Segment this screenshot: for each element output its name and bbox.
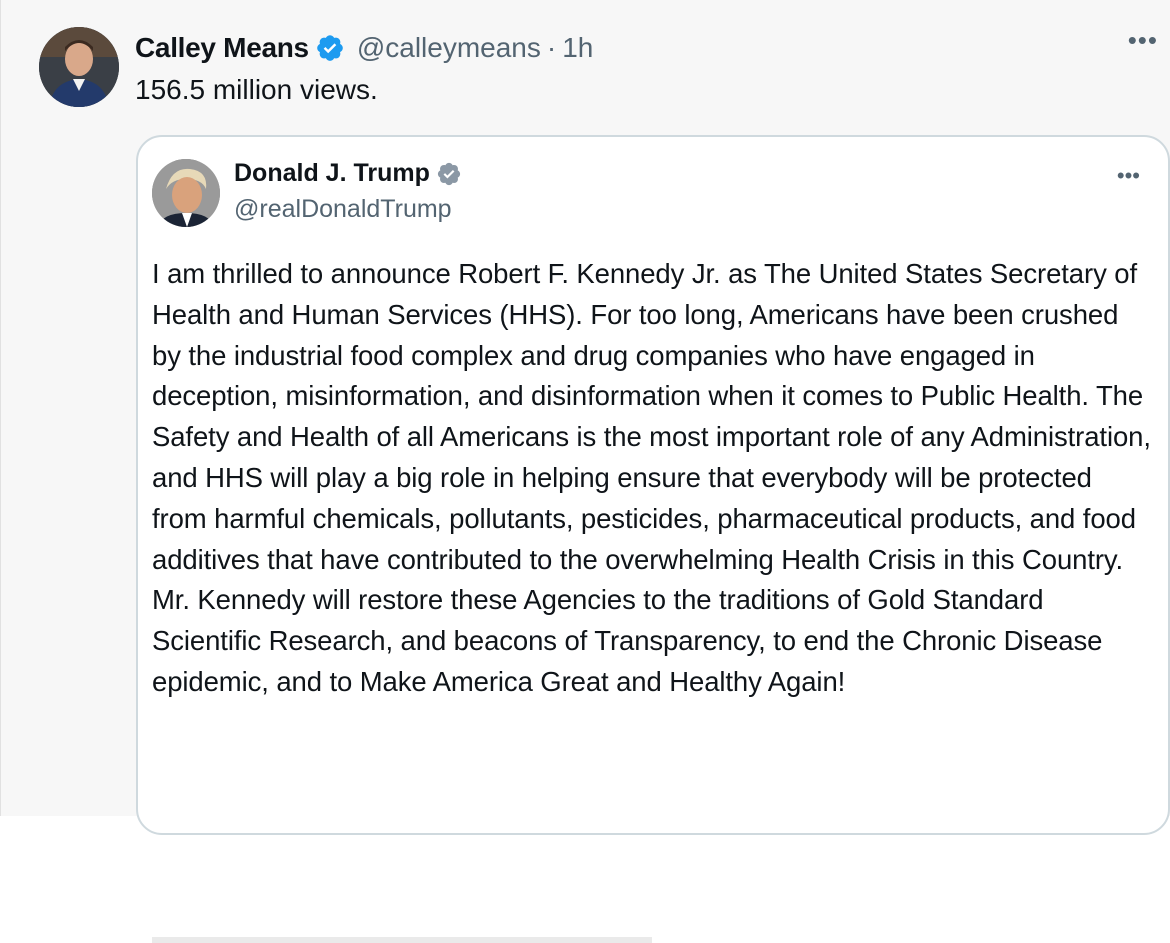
quoted-more-options-icon[interactable]: ••• xyxy=(1117,163,1140,189)
quoted-author-handle[interactable]: @realDonaldTrump xyxy=(234,195,452,224)
avatar-image xyxy=(39,27,119,107)
timestamp[interactable]: 1h xyxy=(562,32,593,64)
tweet-header: Calley Means @calleymeans · 1h xyxy=(135,30,593,66)
separator: · xyxy=(546,32,557,63)
tweet-text: 156.5 million views. xyxy=(135,74,378,105)
quoted-author-name[interactable]: Donald J. Trump xyxy=(234,159,430,188)
quoted-author-name-row: Donald J. Trump xyxy=(234,159,462,188)
quoted-tweet[interactable]: Donald J. Trump @realDonaldTrump ••• I a… xyxy=(136,135,1170,943)
author-handle[interactable]: @calleymeans xyxy=(357,32,541,64)
quoted-tweet-text: I am thrilled to announce Robert F. Kenn… xyxy=(152,258,1151,697)
quoted-avatar[interactable] xyxy=(152,159,220,227)
quoted-avatar-image xyxy=(152,159,220,227)
avatar[interactable] xyxy=(39,27,119,107)
verified-badge-icon xyxy=(436,161,462,187)
more-options-icon[interactable]: ••• xyxy=(1128,27,1158,53)
truncated-content xyxy=(152,937,652,943)
tweet[interactable]: Calley Means @calleymeans · 1h ••• 156.5… xyxy=(0,0,1170,943)
verified-badge-icon xyxy=(315,33,345,63)
author-name[interactable]: Calley Means xyxy=(135,32,309,64)
